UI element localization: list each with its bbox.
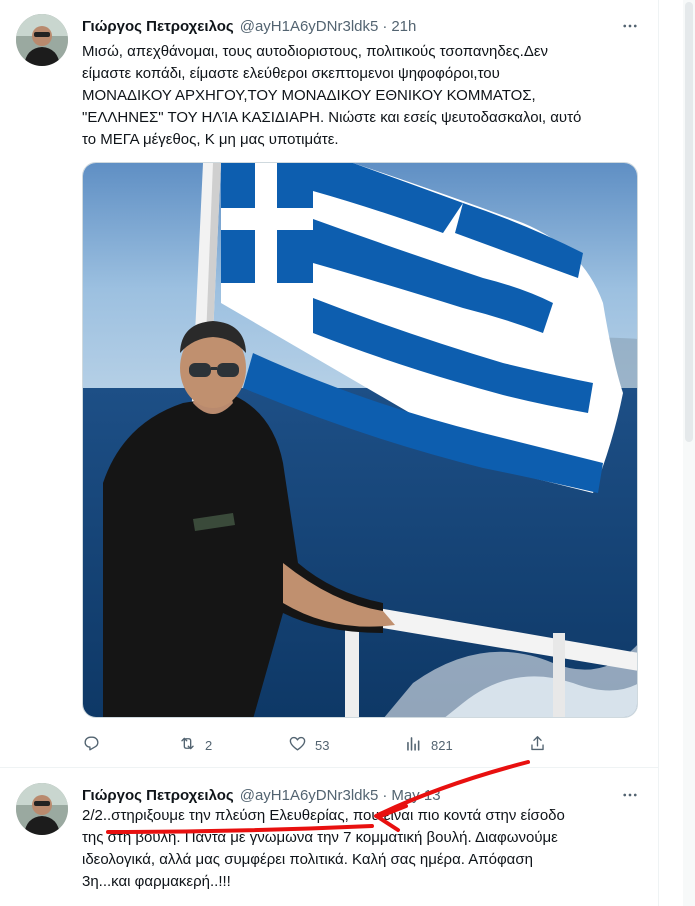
display-name[interactable]: Γιώργος Πετροχειλος — [82, 18, 234, 35]
tweet[interactable]: Γιώργος Πετροχειλος @ayH1A6yDNr3ldk5 · 2… — [0, 0, 658, 768]
scrollbar-thumb[interactable] — [685, 2, 693, 442]
tweet-text-line: ΜΟΝΑΔΙΚΟΥ ΑΡΧΗΓΟΥ,ΤΟΥ ΜΟΝΑΔΙΚΟΥ ΕΘΝΙΚΟΥ … — [82, 87, 536, 104]
retweet-count: 2 — [205, 737, 213, 753]
share-icon — [528, 734, 547, 756]
tweet-text-line: της στη βουλή. Πάντα με γνωμωνα την 7 κο… — [82, 829, 558, 846]
more-options-icon[interactable] — [618, 783, 642, 807]
avatar[interactable] — [16, 14, 68, 66]
timeline: Γιώργος Πετροχειλος @ayH1A6yDNr3ldk5 · 2… — [0, 0, 695, 906]
like-button[interactable]: 53 — [288, 732, 329, 758]
display-name[interactable]: Γιώργος Πετροχειλος — [82, 787, 234, 804]
share-button[interactable] — [528, 732, 547, 758]
views-count: 821 — [431, 737, 453, 753]
like-count: 53 — [315, 737, 330, 753]
views-button[interactable]: 821 — [404, 732, 453, 758]
timestamp[interactable]: May 13 — [391, 787, 440, 804]
user-handle[interactable]: @ayH1A6yDNr3ldk5 — [240, 787, 379, 804]
tweet-photo[interactable] — [82, 162, 638, 718]
tweet-text: Μισώ, απεχθάνομαι, τους αυτοδιοριστους, … — [82, 41, 642, 151]
timestamp[interactable]: 21h — [391, 18, 416, 35]
tweet-header: Γιώργος Πετροχειλος @ayH1A6yDNr3ldk5 · 2… — [82, 16, 642, 36]
tweet-actions: 2 53 821 — [82, 732, 558, 758]
tweet[interactable]: Γιώργος Πετροχειλος @ayH1A6yDNr3ldk5 · M… — [0, 769, 658, 906]
heart-icon — [288, 734, 307, 756]
tweet-text-line: Μισώ, απεχθάνομαι, τους αυτοδιοριστους, … — [82, 43, 549, 60]
tweet-text-line: είμαστε κοπάδι, είμαστε ελεύθεροι σκεπτο… — [82, 65, 500, 82]
separator: · — [382, 786, 388, 804]
retweet-icon — [178, 734, 197, 756]
views-icon — [404, 734, 423, 756]
column-divider — [658, 0, 659, 906]
reply-icon — [82, 734, 101, 756]
tweet-header: Γιώργος Πετροχειλος @ayH1A6yDNr3ldk5 · M… — [82, 785, 642, 805]
tweet-text-line: 3η...και φαρμακερή..!!! — [82, 873, 231, 890]
user-handle[interactable]: @ayH1A6yDNr3ldk5 — [240, 18, 379, 35]
separator: · — [382, 17, 388, 35]
reply-button[interactable] — [82, 732, 101, 758]
retweet-button[interactable]: 2 — [178, 732, 212, 758]
tweet-text-line: "ΕΛΛΗΝΕΣ" ΤΟΥ ΗΛΊΑ ΚΑΣΙΔΙΑΡΗ. Νιώστε και… — [82, 109, 582, 126]
tweet-text: 2/2..στηριξουμε την πλεύση Ελευθερίας, π… — [82, 805, 642, 893]
avatar[interactable] — [16, 783, 68, 835]
more-options-icon[interactable] — [618, 14, 642, 38]
tweet-text-line: το ΜΕΓΑ μέγεθος, Κ μη μας υποτιμάτε. — [82, 131, 339, 148]
scrollbar[interactable] — [683, 0, 695, 906]
tweet-text-line: ιδεολογικά, αλλά μας συμφέρει πολιτικά. … — [82, 851, 533, 868]
tweet-text-line: 2/2..στηριξουμε την πλεύση Ελευθερίας, π… — [82, 807, 565, 824]
